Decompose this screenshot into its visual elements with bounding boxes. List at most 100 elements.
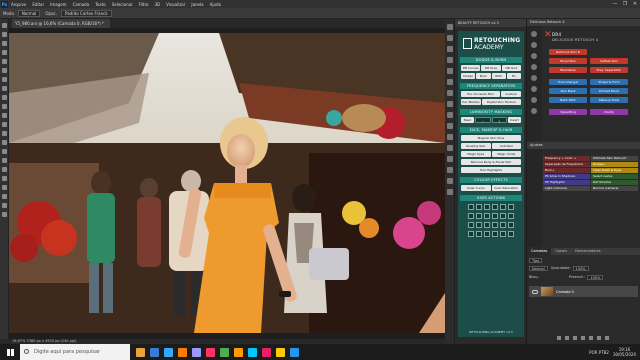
- blend-mode-select[interactable]: Normal: [529, 266, 548, 271]
- marquee-tool-icon[interactable]: [2, 32, 7, 37]
- taskbar-app-icon[interactable]: [220, 347, 229, 357]
- retouching-panel-header[interactable]: BEAUTY RETOUCH v4.3: [455, 19, 526, 27]
- minus-button[interactable]: −: [475, 117, 491, 123]
- adj-cell-10[interactable]: Light (camera): [543, 186, 590, 191]
- basic-button[interactable]: Basic: [461, 117, 475, 123]
- hsc-median-button[interactable]: Hsc Median: [461, 99, 481, 105]
- paragraph-panel-icon[interactable]: [447, 90, 453, 96]
- close-button[interactable]: ✕: [630, 0, 640, 8]
- delicious-retouch-header[interactable]: Delicious Retouch 4: [527, 19, 640, 26]
- dr-button-4[interactable]: Freq. Separation: [590, 67, 628, 73]
- custom-button[interactable]: Custom: [501, 91, 521, 97]
- db-curves-button[interactable]: DB Curves: [461, 65, 481, 71]
- magical-skin-tone-button[interactable]: Magical Skin Tone: [461, 135, 521, 141]
- adj-cell-5[interactable]: Clear Teeth & Eyes: [591, 168, 638, 173]
- user-action-s-button[interactable]: [468, 231, 474, 237]
- blur-tool-icon[interactable]: [2, 131, 7, 136]
- user-action-d-button[interactable]: [492, 204, 498, 210]
- layer-filter-select[interactable]: Tipo: [529, 258, 543, 263]
- minimize-button[interactable]: —: [610, 0, 620, 8]
- menu-visualizar[interactable]: Visualizar: [166, 2, 185, 7]
- dr-button-7[interactable]: Skin Mask: [549, 88, 587, 94]
- character-panel-icon[interactable]: [447, 101, 453, 107]
- adj-cell-4[interactable]: Burn+: [543, 168, 590, 173]
- user-action-x-button[interactable]: [508, 231, 514, 237]
- zoom-tool-icon[interactable]: [2, 194, 7, 199]
- adjustments-header[interactable]: Ajustes: [527, 142, 640, 149]
- menu-3d[interactable]: 3D: [155, 2, 161, 7]
- brush-tool-icon[interactable]: [2, 86, 7, 91]
- user-action-h-button[interactable]: [476, 213, 482, 219]
- dr-button-3[interactable]: Blemishes: [549, 67, 587, 73]
- user-action-v-button[interactable]: [492, 231, 498, 237]
- adjustments-panel-icon[interactable]: [447, 167, 453, 173]
- dr-button-9[interactable]: Teeth Whit.: [549, 97, 587, 103]
- sample-select[interactable]: Padrão Cortex Franck: [60, 9, 112, 17]
- taskbar-app-icon[interactable]: [192, 347, 201, 357]
- dr-button-12[interactable]: Clarity: [590, 109, 628, 115]
- user-action-f-button[interactable]: [508, 204, 514, 210]
- user-action-i-button[interactable]: [484, 213, 490, 219]
- eyedropper-tool-icon[interactable]: [2, 68, 7, 73]
- quick-select-tool-icon[interactable]: [2, 50, 7, 55]
- libraries-panel-icon[interactable]: [447, 156, 453, 162]
- dr-button-5[interactable]: Tone Changer: [549, 79, 587, 85]
- new-group-icon[interactable]: [589, 336, 593, 340]
- user-action-o-button[interactable]: [484, 222, 490, 228]
- fix-button[interactable]: Fix: [506, 73, 521, 79]
- start-button[interactable]: [0, 344, 20, 360]
- taskbar-app-icon[interactable]: [248, 347, 257, 357]
- adj-cell-3[interactable]: Dodge+: [591, 162, 638, 167]
- healing-brush-tool-icon[interactable]: [2, 77, 7, 82]
- user-action-u-button[interactable]: [484, 231, 490, 237]
- dr-button-10[interactable]: Makeup Tools: [590, 97, 628, 103]
- user-action-m-button[interactable]: [468, 222, 474, 228]
- dr-home-icon[interactable]: [531, 31, 537, 37]
- adj-cell-9[interactable]: Def Shadow: [591, 180, 638, 185]
- dr-star-icon[interactable]: [531, 75, 537, 81]
- hair-highlights-button[interactable]: Hair Highlights: [461, 167, 521, 173]
- more-tools-icon[interactable]: [2, 203, 7, 208]
- taskbar-app-icon[interactable]: [262, 347, 271, 357]
- color-swatches-icon[interactable]: [2, 212, 7, 217]
- layer-row[interactable]: Camada 0: [529, 286, 638, 297]
- menu-imagem[interactable]: Imagem: [50, 2, 66, 7]
- swatches-panel-icon[interactable]: [447, 112, 453, 118]
- user-action-t-button[interactable]: [476, 231, 482, 237]
- styles-panel-icon[interactable]: [447, 134, 453, 140]
- user-action-q-button[interactable]: [500, 222, 506, 228]
- info-panel-icon[interactable]: [447, 79, 453, 85]
- history-panel-icon[interactable]: [447, 24, 453, 30]
- invert-button[interactable]: Invert: [507, 117, 521, 123]
- adj-cell-8[interactable]: PS Highlights: [543, 180, 590, 185]
- user-action-w-button[interactable]: [500, 231, 506, 237]
- menu-janela[interactable]: Janela: [191, 2, 203, 7]
- navigator-panel-icon[interactable]: [447, 145, 453, 151]
- dr-brush-icon[interactable]: [531, 97, 537, 103]
- db-grey-button[interactable]: DB Grey: [481, 65, 501, 71]
- adj-cell-11[interactable]: Normal (camera): [591, 186, 638, 191]
- adj-cell-0[interactable]: Frequency + Color +: [543, 156, 590, 161]
- dr-button-2[interactable]: Softest Skin: [590, 58, 628, 64]
- path-select-tool-icon[interactable]: [2, 167, 7, 172]
- timeline-panel-icon[interactable]: [447, 189, 453, 195]
- taskbar-app-icon[interactable]: [136, 347, 145, 357]
- gradient-tool-icon[interactable]: [2, 122, 7, 127]
- user-action-a-button[interactable]: [468, 204, 474, 210]
- menu-texto[interactable]: Texto: [95, 2, 106, 7]
- taskbar-app-icon[interactable]: [206, 347, 215, 357]
- dr-button-11[interactable]: Vignetting: [549, 109, 587, 115]
- dr-button-0[interactable]: Delicious Skin #: [549, 49, 587, 55]
- glowing-skin-button[interactable]: Glowing Skin: [461, 143, 491, 149]
- menu-arquivo[interactable]: Arquivo: [11, 2, 26, 7]
- user-action-k-button[interactable]: [500, 213, 506, 219]
- taskbar-app-icon[interactable]: [178, 347, 187, 357]
- remove-body-facial-hair-button[interactable]: Remove Body & Facial Hair: [461, 159, 521, 165]
- magic-eyes-button[interactable]: Magic Eyes: [461, 151, 491, 157]
- history-brush-tool-icon[interactable]: [2, 104, 7, 109]
- layer-name[interactable]: Camada 0: [556, 290, 574, 294]
- user-action-b-button[interactable]: [476, 204, 482, 210]
- link-layers-icon[interactable]: [557, 336, 561, 340]
- dodge-button[interactable]: Dodge: [461, 73, 476, 79]
- pen-tool-icon[interactable]: [2, 149, 7, 154]
